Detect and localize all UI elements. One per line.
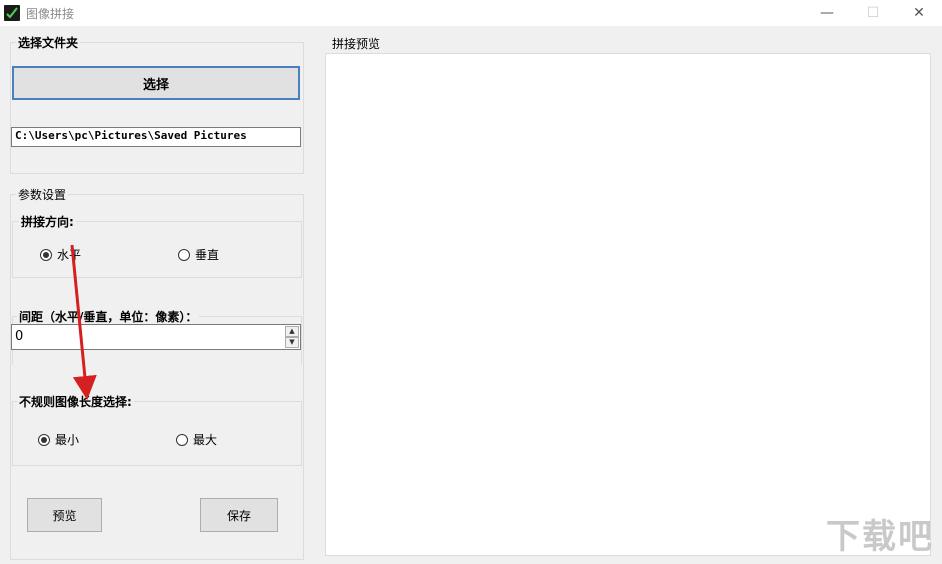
direction-label: 拼接方向:: [19, 213, 76, 230]
radio-horizontal-circle[interactable]: [40, 248, 52, 261]
window-title: 图像拼接: [26, 7, 75, 21]
radio-max-label: 最大: [193, 433, 218, 447]
radio-min[interactable]: 最小: [38, 431, 79, 448]
spin-down-icon[interactable]: ▼: [285, 337, 299, 348]
annotation-arrow-icon: [70, 244, 97, 400]
title-bar: [0, 0, 942, 26]
spacing-stepper[interactable]: 0 ▲ ▼: [11, 324, 301, 350]
app-icon: [4, 5, 20, 21]
radio-min-circle[interactable]: [38, 433, 50, 446]
radio-vertical[interactable]: 垂直: [178, 246, 219, 263]
params-group-label: 参数设置: [16, 186, 69, 203]
radio-min-label: 最小: [55, 433, 80, 447]
close-button[interactable]: ✕: [896, 0, 942, 26]
radio-max[interactable]: 最大: [176, 431, 217, 448]
maximize-button[interactable]: ☐: [850, 0, 896, 26]
spin-buttons: ▲ ▼: [285, 326, 299, 348]
close-icon: ✕: [913, 5, 925, 21]
minimize-button[interactable]: —: [804, 0, 850, 26]
maximize-icon: ☐: [866, 5, 880, 21]
radio-vertical-circle[interactable]: [178, 248, 190, 261]
folder-path-field[interactable]: C:\Users\pc\Pictures\Saved Pictures: [11, 127, 301, 147]
watermark-logo: 下载吧: [826, 517, 934, 557]
preview-panel-label: 拼接预览: [332, 37, 381, 51]
preview-button[interactable]: 预览: [27, 498, 102, 532]
radio-max-circle[interactable]: [176, 433, 188, 446]
spacing-value[interactable]: 0: [15, 329, 23, 344]
save-button[interactable]: 保存: [200, 498, 278, 532]
minimize-icon: —: [820, 5, 834, 21]
folder-group-label: 选择文件夹: [16, 34, 81, 51]
radio-vertical-label: 垂直: [195, 248, 220, 262]
folder-group: [10, 42, 304, 174]
preview-panel: [325, 53, 931, 556]
spin-up-icon[interactable]: ▲: [285, 326, 299, 337]
select-folder-button[interactable]: 选择: [12, 66, 300, 100]
